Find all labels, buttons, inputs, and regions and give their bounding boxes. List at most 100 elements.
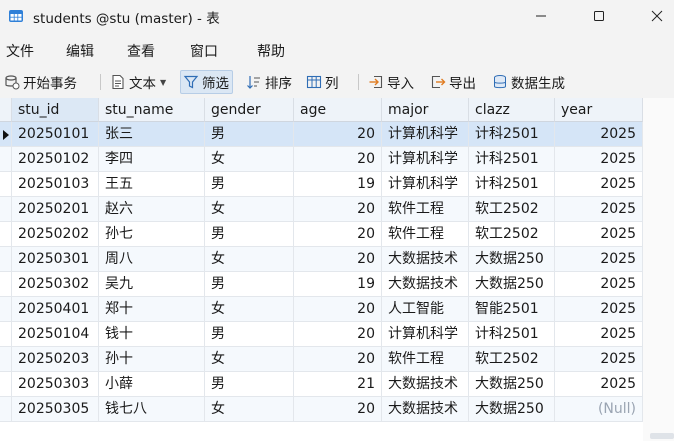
column-header-gender[interactable]: gender xyxy=(205,98,294,122)
generate-data-button[interactable]: 数据生成 xyxy=(492,70,565,94)
import-button[interactable]: 导入 xyxy=(368,70,414,94)
cell-stu-name[interactable]: 王五 xyxy=(99,172,205,197)
cell-gender[interactable]: 男 xyxy=(205,372,294,397)
column-header-year[interactable]: year xyxy=(555,98,643,122)
columns-button[interactable]: 列 xyxy=(306,70,339,94)
cell-gender[interactable]: 男 xyxy=(205,222,294,247)
menu-window[interactable]: 窗口 xyxy=(190,41,218,61)
cell-stu-id[interactable]: 20250103 xyxy=(12,172,99,197)
cell-stu-name[interactable]: 周八 xyxy=(99,247,205,272)
cell-clazz[interactable]: 大数据250 xyxy=(469,247,555,272)
table-row[interactable]: 20250101 张三男 20 计算机科学 计科2501 2025 xyxy=(0,122,643,147)
row-indicator[interactable] xyxy=(0,272,12,297)
cell-stu-id[interactable]: 20250305 xyxy=(12,397,99,422)
cell-stu-name[interactable]: 钱七八 xyxy=(99,397,205,422)
row-indicator[interactable] xyxy=(0,222,12,247)
cell-stu-name[interactable]: 孙十 xyxy=(99,347,205,372)
cell-gender[interactable]: 男 xyxy=(205,322,294,347)
cell-gender[interactable]: 女 xyxy=(205,297,294,322)
cell-age[interactable]: 19 xyxy=(294,172,382,197)
minimize-button[interactable] xyxy=(518,0,564,32)
column-header-clazz[interactable]: clazz xyxy=(469,98,555,122)
cell-major[interactable]: 软件工程 xyxy=(382,347,469,372)
cell-stu-id[interactable]: 20250104 xyxy=(12,322,99,347)
cell-age[interactable]: 20 xyxy=(294,197,382,222)
cell-major[interactable]: 软件工程 xyxy=(382,222,469,247)
cell-clazz[interactable]: 计科2501 xyxy=(469,122,555,147)
cell-clazz[interactable]: 软工2502 xyxy=(469,222,555,247)
cell-stu-id[interactable]: 20250101 xyxy=(12,122,99,147)
cell-clazz[interactable]: 计科2501 xyxy=(469,322,555,347)
table-row[interactable]: 20250301 周八女 20 大数据技术 大数据250 2025 xyxy=(0,247,643,272)
text-view-button[interactable]: 文本 ▼ xyxy=(110,70,166,94)
cell-gender[interactable]: 男 xyxy=(205,272,294,297)
cell-gender[interactable]: 女 xyxy=(205,397,294,422)
cell-gender[interactable]: 男 xyxy=(205,122,294,147)
cell-clazz[interactable]: 软工2502 xyxy=(469,347,555,372)
row-indicator[interactable] xyxy=(0,347,12,372)
cell-age[interactable]: 19 xyxy=(294,272,382,297)
cell-age[interactable]: 21 xyxy=(294,372,382,397)
cell-stu-id[interactable]: 20250302 xyxy=(12,272,99,297)
cell-stu-name[interactable]: 小薛 xyxy=(99,372,205,397)
cell-year[interactable]: (Null) xyxy=(555,397,643,422)
begin-transaction-button[interactable]: 开始事务 xyxy=(4,70,77,94)
cell-stu-id[interactable]: 20250201 xyxy=(12,197,99,222)
menu-help[interactable]: 帮助 xyxy=(257,41,285,61)
cell-clazz[interactable]: 大数据250 xyxy=(469,372,555,397)
cell-gender[interactable]: 女 xyxy=(205,147,294,172)
table-row[interactable]: 20250202 孙七男 20 软件工程 软工2502 2025 xyxy=(0,222,643,247)
horizontal-scrollbar[interactable] xyxy=(650,433,674,439)
column-header-stu-id[interactable]: stu_id xyxy=(12,98,99,122)
cell-age[interactable]: 20 xyxy=(294,247,382,272)
cell-stu-id[interactable]: 20250203 xyxy=(12,347,99,372)
cell-stu-id[interactable]: 20250202 xyxy=(12,222,99,247)
cell-major[interactable]: 计算机科学 xyxy=(382,322,469,347)
cell-year[interactable]: 2025 xyxy=(555,247,643,272)
row-indicator[interactable] xyxy=(0,297,12,322)
cell-clazz[interactable]: 软工2502 xyxy=(469,197,555,222)
cell-year[interactable]: 2025 xyxy=(555,347,643,372)
cell-clazz[interactable]: 智能2501 xyxy=(469,297,555,322)
cell-age[interactable]: 20 xyxy=(294,147,382,172)
cell-major[interactable]: 大数据技术 xyxy=(382,397,469,422)
cell-age[interactable]: 20 xyxy=(294,222,382,247)
cell-stu-name[interactable]: 赵六 xyxy=(99,197,205,222)
cell-stu-id[interactable]: 20250301 xyxy=(12,247,99,272)
row-indicator[interactable] xyxy=(0,147,12,172)
cell-clazz[interactable]: 大数据250 xyxy=(469,397,555,422)
row-indicator[interactable] xyxy=(0,172,12,197)
cell-age[interactable]: 20 xyxy=(294,322,382,347)
table-row[interactable]: 20250303 小薛男 21 大数据技术 大数据250 2025 xyxy=(0,372,643,397)
cell-gender[interactable]: 男 xyxy=(205,172,294,197)
cell-year[interactable]: 2025 xyxy=(555,297,643,322)
cell-major[interactable]: 软件工程 xyxy=(382,197,469,222)
row-indicator[interactable] xyxy=(0,247,12,272)
table-row[interactable]: 20250302 吴九男 19 大数据技术 大数据250 2025 xyxy=(0,272,643,297)
row-indicator[interactable] xyxy=(0,122,12,147)
cell-stu-name[interactable]: 钱十 xyxy=(99,322,205,347)
cell-year[interactable]: 2025 xyxy=(555,122,643,147)
cell-year[interactable]: 2025 xyxy=(555,197,643,222)
column-header-age[interactable]: age xyxy=(294,98,382,122)
table-row[interactable]: 20250203 孙十女 20 软件工程 软工2502 2025 xyxy=(0,347,643,372)
cell-stu-id[interactable]: 20250401 xyxy=(12,297,99,322)
cell-gender[interactable]: 女 xyxy=(205,197,294,222)
close-button[interactable] xyxy=(634,0,674,32)
export-button[interactable]: 导出 xyxy=(430,70,476,94)
cell-stu-id[interactable]: 20250303 xyxy=(12,372,99,397)
cell-year[interactable]: 2025 xyxy=(555,372,643,397)
cell-year[interactable]: 2025 xyxy=(555,147,643,172)
column-header-major[interactable]: major xyxy=(382,98,469,122)
cell-major[interactable]: 计算机科学 xyxy=(382,122,469,147)
cell-major[interactable]: 大数据技术 xyxy=(382,272,469,297)
filter-button[interactable]: 筛选 xyxy=(180,70,233,94)
table-row[interactable]: 20250102 李四女 20 计算机科学 计科2501 2025 xyxy=(0,147,643,172)
maximize-button[interactable] xyxy=(576,0,622,32)
cell-major[interactable]: 计算机科学 xyxy=(382,147,469,172)
cell-clazz[interactable]: 计科2501 xyxy=(469,172,555,197)
cell-year[interactable]: 2025 xyxy=(555,172,643,197)
cell-major[interactable]: 大数据技术 xyxy=(382,247,469,272)
cell-age[interactable]: 20 xyxy=(294,122,382,147)
menu-view[interactable]: 查看 xyxy=(127,41,155,61)
